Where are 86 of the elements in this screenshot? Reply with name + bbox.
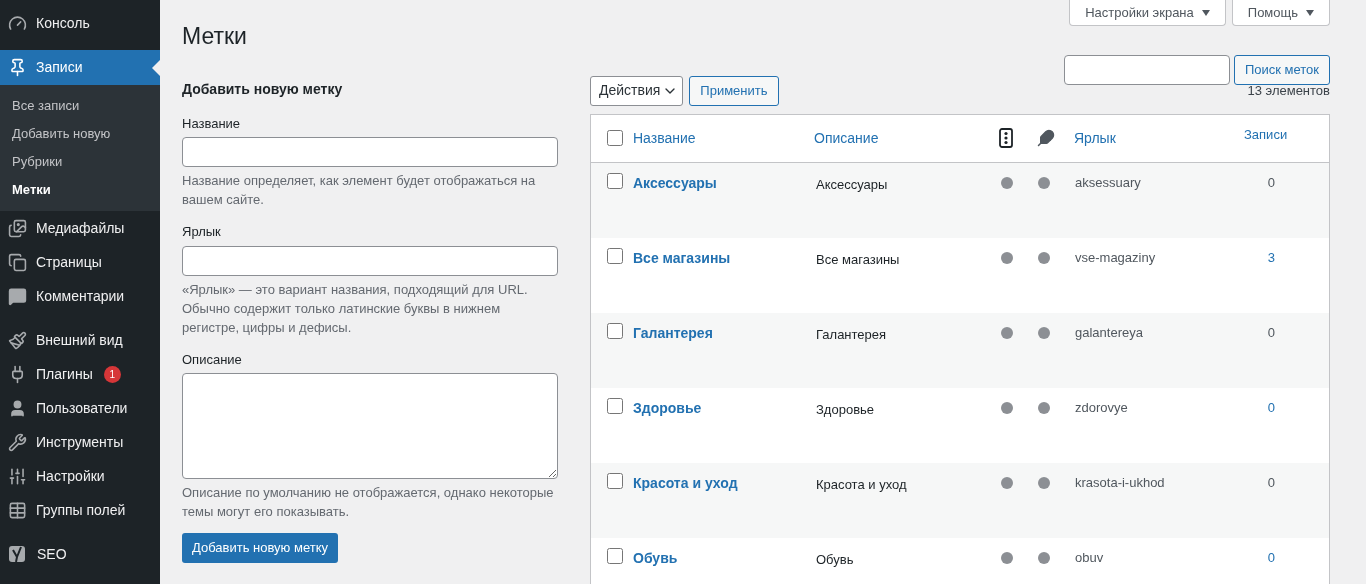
tag-name-link[interactable]: Обувь	[633, 549, 678, 566]
row-checkbox[interactable]	[607, 547, 623, 564]
images-icon	[8, 218, 27, 238]
field-label: Ярлык	[182, 223, 222, 241]
sidebar-item[interactable]: Медиафайлы	[0, 211, 160, 245]
y-logo-icon	[8, 544, 28, 564]
table-cell: aksessuary	[1075, 174, 1141, 190]
post-count-link[interactable]: 0	[1267, 397, 1275, 417]
row-checkbox[interactable]	[607, 472, 623, 489]
submenu-item[interactable]: Добавить новую	[0, 120, 160, 148]
table-cell: galantereya	[1075, 324, 1143, 340]
active-pointer-icon	[152, 60, 160, 76]
column-header-link[interactable]: Записи	[1244, 126, 1288, 142]
row-checkbox[interactable]	[607, 247, 623, 264]
sidebar-item[interactable]: Комментарии	[0, 279, 160, 313]
sidebar-item[interactable]: SEO	[0, 537, 160, 571]
paintbrush-icon	[8, 330, 27, 350]
person-icon	[8, 398, 27, 418]
table-cell: zdorovye	[1075, 399, 1128, 415]
table-cell: Все магазины	[816, 251, 900, 267]
sidebar-item[interactable]: Группы полей	[0, 493, 160, 527]
table-cell: Обувь	[816, 551, 854, 567]
sidebar-item[interactable]: Записи	[0, 50, 160, 85]
row-checkbox[interactable]	[607, 397, 623, 414]
sidebar-item[interactable]: Консоль	[0, 6, 160, 40]
table-cell: Здоровье	[816, 401, 875, 417]
tag-name-link[interactable]: Красота и уход	[633, 474, 738, 491]
sidebar-item[interactable]: Пользователи	[0, 391, 160, 425]
sliders-icon	[8, 466, 27, 486]
traffic-light-icon	[999, 128, 1013, 148]
table-cell: Галантерея	[816, 326, 887, 342]
table-cell-text: 0	[1267, 473, 1275, 492]
page-title: Метки	[182, 22, 247, 51]
screen-tab-button[interactable]: Настройки экрана	[1069, 0, 1226, 26]
submenu-item[interactable]: Метки	[0, 176, 160, 204]
tag-name-link[interactable]: Галантерея	[633, 324, 713, 341]
pin-icon	[8, 58, 27, 77]
submenu-item[interactable]: Рубрики	[0, 148, 160, 176]
column-header-link[interactable]: Описание	[814, 129, 879, 146]
column-header-link[interactable]: Название	[633, 129, 696, 146]
wrench-icon	[8, 432, 27, 452]
sidebar-item[interactable]: Внешний вид	[0, 323, 160, 357]
column-header-link[interactable]: Ярлык	[1074, 129, 1116, 146]
post-count-link[interactable]: 0	[1267, 547, 1275, 567]
field-help-text: Название определяет, как элемент будет отображаться на вашем сайте.	[182, 172, 537, 209]
field-help-text: Описание по умолчанию не отображается, однако некоторые темы могут его показывать.	[182, 484, 555, 521]
field-help-text: «Ярлык» — это вариант названия, подходящий для URL. Обычно содержит только латинские буквы в нижнем регистре, цифры и дефисы.	[182, 280, 529, 337]
caret-icon	[1306, 9, 1314, 16]
pages-icon	[8, 252, 27, 272]
submenu-item[interactable]: Все записи	[0, 92, 160, 120]
description-textarea[interactable]	[182, 373, 558, 479]
tag-name-link[interactable]: Все магазины	[633, 249, 731, 266]
update-count-badge: 1	[103, 365, 121, 383]
text-input-field[interactable]	[182, 245, 558, 276]
form-heading: Добавить новую метку	[182, 79, 344, 99]
caret-icon	[1201, 9, 1210, 16]
sidebar-item[interactable]: Инструменты	[0, 425, 160, 459]
tag-name-link[interactable]: Аксессуары	[633, 174, 717, 191]
select-all-checkbox[interactable]	[607, 130, 623, 146]
table-icon	[8, 500, 27, 520]
feather-icon	[1037, 129, 1055, 147]
tag-name-link[interactable]: Здоровье	[633, 399, 702, 416]
table-cell-text: 0	[1267, 173, 1275, 192]
table-cell: Аксессуары	[816, 176, 888, 192]
sidebar-item[interactable]: Настройки	[0, 459, 160, 493]
speech-bubble-icon	[8, 286, 27, 306]
row-checkbox[interactable]	[607, 322, 623, 339]
sidebar-item[interactable]: Страницы	[0, 245, 160, 279]
table-cell: krasota-i-ukhod	[1075, 474, 1165, 490]
table-cell-text: 0	[1267, 323, 1275, 342]
table-cell: Красота и уход	[816, 476, 907, 492]
text-input-field[interactable]	[182, 137, 558, 167]
table-cell: obuv	[1075, 549, 1104, 565]
post-count-link[interactable]: 3	[1267, 247, 1275, 267]
bulk-actions-select[interactable]: Действия	[590, 75, 684, 106]
search-field[interactable]	[1063, 54, 1230, 85]
add-tag-button[interactable]: Добавить новую метку	[182, 533, 338, 563]
table-cell: vse-magaziny	[1075, 249, 1156, 265]
apply-button[interactable]: Применить	[689, 75, 779, 106]
gauge-icon	[8, 13, 27, 33]
search-tags-button[interactable]: Поиск меток	[1233, 54, 1330, 85]
field-label: Описание	[182, 350, 243, 369]
screen-tab-button[interactable]: Помощь	[1231, 0, 1330, 26]
field-label: Название	[182, 114, 242, 133]
sidebar-item[interactable]: Плагины 1	[0, 357, 160, 391]
row-checkbox[interactable]	[607, 172, 623, 189]
